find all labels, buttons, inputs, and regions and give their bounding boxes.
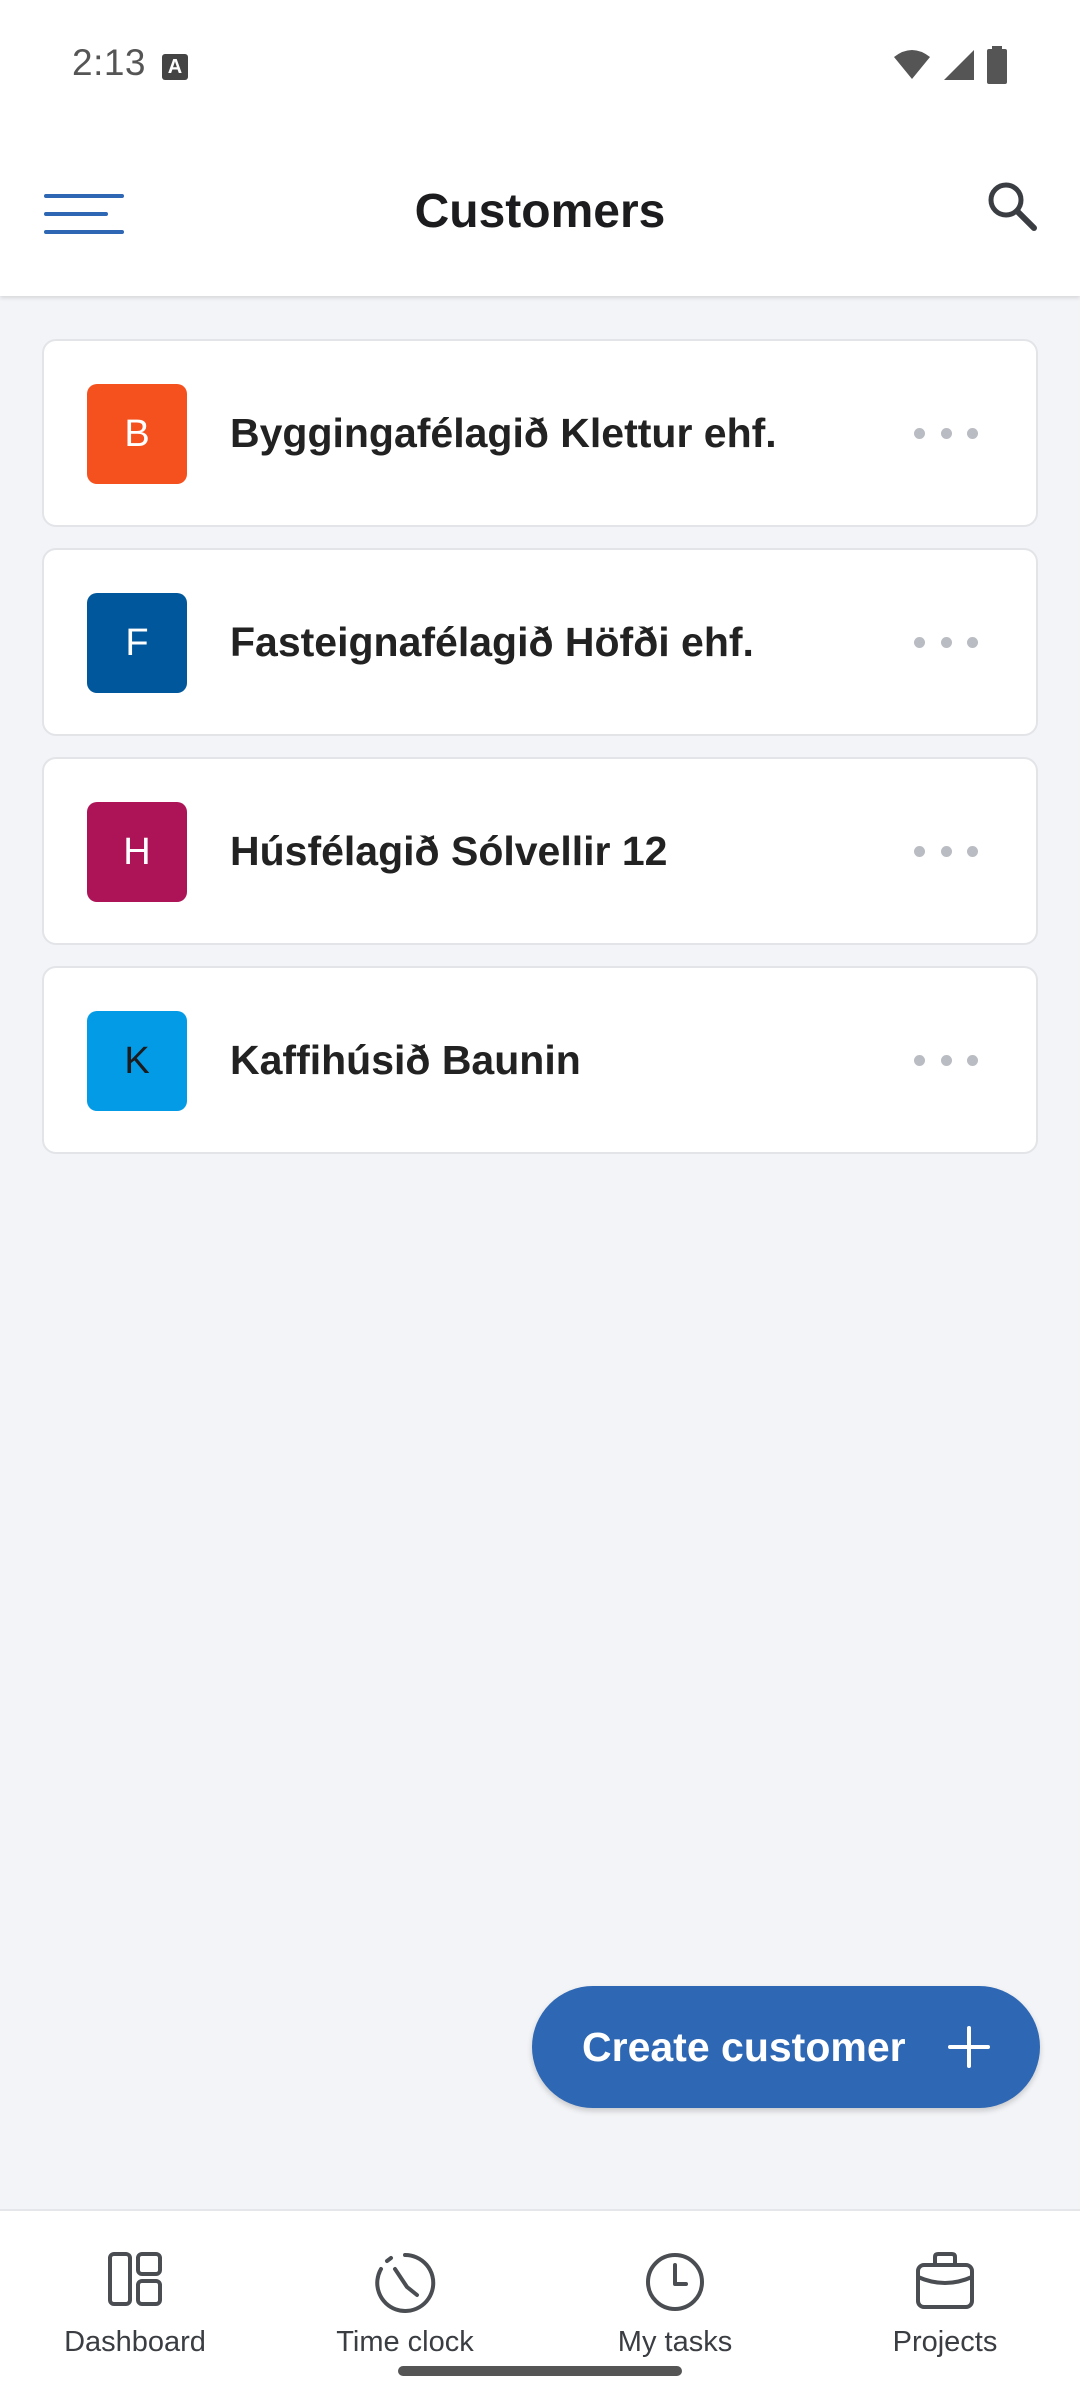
home-indicator[interactable] xyxy=(398,2366,682,2376)
more-options-icon[interactable] xyxy=(914,831,978,871)
create-customer-button[interactable]: Create customer xyxy=(532,1986,1040,2108)
battery-icon xyxy=(987,46,1007,84)
status-time: 2:13 xyxy=(72,42,147,83)
customer-card[interactable]: F Fasteignafélagið Höfði ehf. xyxy=(42,548,1038,736)
cell-signal-icon xyxy=(944,50,974,80)
plus-icon xyxy=(948,2026,990,2068)
customer-card[interactable]: H Húsfélagið Sólvellir 12 xyxy=(42,757,1038,945)
notification-a-icon: A xyxy=(162,54,188,80)
nav-label: My tasks xyxy=(617,2326,733,2358)
customer-name: Byggingafélagið Klettur ehf. xyxy=(230,410,777,456)
customer-card[interactable]: B Byggingafélagið Klettur ehf. xyxy=(42,339,1038,527)
status-icons xyxy=(892,46,1008,84)
nav-label: Projects xyxy=(892,2326,998,2358)
customer-avatar: B xyxy=(87,384,187,484)
nav-label: Time clock xyxy=(336,2326,474,2358)
dashboard-icon xyxy=(108,2252,162,2306)
customer-card[interactable]: K Kaffihúsið Baunin xyxy=(42,966,1038,1154)
search-icon[interactable] xyxy=(982,176,1042,236)
time-clock-icon xyxy=(375,2252,436,2313)
customer-name: Húsfélagið Sólvellir 12 xyxy=(230,828,668,874)
customer-avatar: F xyxy=(87,593,187,693)
top-app-bar: 2:13 A Customers xyxy=(0,0,1080,296)
wifi-icon xyxy=(894,50,930,79)
briefcase-icon xyxy=(916,2252,974,2309)
page-title: Customers xyxy=(414,185,666,238)
customer-name: Fasteignafélagið Höfði ehf. xyxy=(230,619,754,665)
create-customer-label: Create customer xyxy=(582,2024,906,2070)
more-options-icon[interactable] xyxy=(914,1040,978,1080)
customer-list: B Byggingafélagið Klettur ehf. F Fasteig… xyxy=(42,339,1038,1175)
more-options-icon[interactable] xyxy=(914,413,978,453)
customer-name: Kaffihúsið Baunin xyxy=(230,1037,581,1083)
nav-label: Dashboard xyxy=(64,2326,206,2358)
nav-item-projects[interactable]: Projects xyxy=(810,2211,1080,2400)
more-options-icon[interactable] xyxy=(914,622,978,662)
clock-icon xyxy=(646,2253,704,2311)
customer-avatar: H xyxy=(87,802,187,902)
nav-item-dashboard[interactable]: Dashboard xyxy=(0,2211,270,2400)
customer-avatar: K xyxy=(87,1011,187,1111)
